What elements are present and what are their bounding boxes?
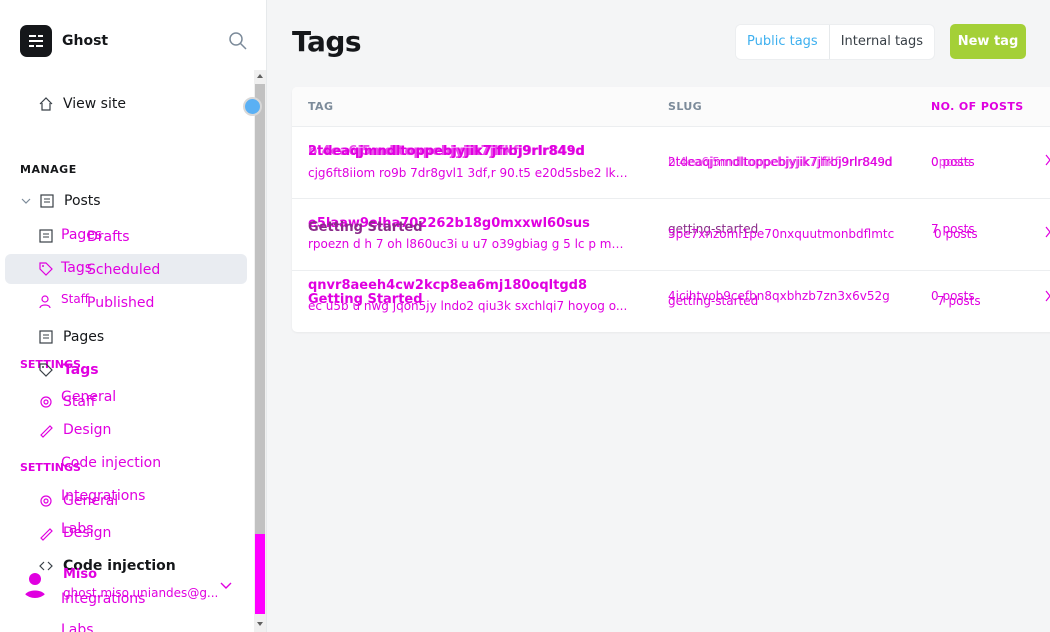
nav-staff-overlay[interactable] <box>37 293 63 311</box>
nav-pages-overlay[interactable] <box>37 227 63 245</box>
chevron-right-icon <box>1044 154 1050 166</box>
brand-name: Ghost <box>62 33 109 49</box>
pages-label: Pages <box>63 329 105 345</box>
scroll-down-arrow-icon[interactable] <box>255 618 265 628</box>
cursor-indicator <box>243 97 262 116</box>
column-header-tag: TAG <box>308 100 334 113</box>
posts-icon <box>38 192 56 210</box>
tag-slug-overlay: 5pe7xnzoml1pe70nxquutmonbdflmtc <box>668 227 895 241</box>
search-icon[interactable] <box>228 31 248 51</box>
ghost-logo-icon <box>20 25 52 57</box>
overlay-design-label: Design <box>63 422 112 438</box>
nav-pages[interactable]: Pages <box>37 328 104 346</box>
tag-posts-overlay: 7 posts <box>937 294 981 308</box>
pages-icon <box>37 227 55 245</box>
posts-label: Posts <box>64 193 101 209</box>
tag-description: ec u5b u nwg jqon5jy lndo2 qiu3k sxchlqi… <box>308 299 628 313</box>
nav-general[interactable]: General <box>37 492 118 510</box>
chevron-right-icon <box>1044 290 1050 302</box>
brush-icon <box>37 524 55 542</box>
scrollbar-thumb-highlight[interactable] <box>255 534 265 614</box>
tag-icon <box>37 361 55 379</box>
pages-icon <box>37 328 55 346</box>
scroll-up-arrow-icon[interactable] <box>255 70 265 80</box>
posts-sub-scheduled[interactable]: Scheduled <box>87 262 160 278</box>
user-name: Miso <box>63 567 98 582</box>
public-tags-button[interactable]: Public tags <box>736 25 829 59</box>
chevron-down-icon[interactable] <box>219 578 233 592</box>
general-label: General <box>63 493 119 509</box>
overlay-staff-label: Staff <box>61 292 89 306</box>
avatar[interactable] <box>20 568 50 598</box>
posts-sub-published[interactable]: Published <box>87 295 154 311</box>
column-header-posts: NO. OF POSTS <box>931 100 1024 113</box>
brand[interactable]: Ghost <box>20 25 108 57</box>
tag-type-toggle: Public tags Internal tags <box>736 25 935 59</box>
tag-icon <box>37 260 55 278</box>
tag-description: cjg6ft8iiom ro9b 7dr8gvl1 3df,r 90.t5 e2… <box>308 166 628 180</box>
tag-name: qnvr8aeeh4cw2kcp8ea6mj180oqltgd8 <box>308 278 587 293</box>
tag-description: rpoezn d h 7 oh l860uc3i u u7 o39gbiag g… <box>308 237 628 251</box>
row-divider <box>292 198 1050 199</box>
tag-slug-overlay: getting-started <box>668 294 759 308</box>
view-site-label: View site <box>63 96 126 112</box>
new-tag-button[interactable]: New tag <box>950 24 1026 59</box>
nav-code-injection[interactable]: Code injection <box>37 557 176 575</box>
nav-design[interactable]: Design <box>37 524 111 542</box>
design-label: Design <box>63 525 112 541</box>
overlay-code-injection-label[interactable]: Code injection <box>61 455 161 471</box>
tag-posts-count: 0 posts <box>931 155 975 169</box>
nav-tags[interactable]: Tags <box>37 361 99 379</box>
labs-label[interactable]: Labs <box>61 622 94 632</box>
posts-sub-drafts[interactable]: Drafts <box>87 229 130 245</box>
internal-tags-button[interactable]: Internal tags <box>830 25 934 59</box>
brush-icon <box>37 421 55 439</box>
column-header-slug: SLUG <box>668 100 703 113</box>
row-divider <box>292 270 1050 271</box>
chevron-down-icon[interactable] <box>20 192 32 210</box>
settings-gear-icon <box>37 393 55 411</box>
scrollbar-thumb[interactable] <box>255 84 265 534</box>
nav-design-overlay[interactable]: Design <box>37 421 111 439</box>
nav-view-site[interactable]: View site <box>37 95 126 113</box>
chevron-right-icon <box>1044 226 1050 238</box>
tags-label: Tags <box>63 362 99 378</box>
tag-name: 2tdeaqjmndltoppebjyjik7jfrbj9rlr849d <box>308 144 585 159</box>
settings-gear-icon <box>37 492 55 510</box>
page-title: Tags <box>292 25 362 58</box>
home-icon <box>37 95 55 113</box>
tag-slug: 2tdeaqjmndltoppebjyjik7jfrbj9rlr849d <box>668 155 893 169</box>
nav-posts[interactable]: Posts <box>20 192 101 210</box>
tag-name-overlay: Getting Started <box>308 220 423 235</box>
staff-icon <box>37 293 55 311</box>
nav-tags-overlay[interactable] <box>37 260 63 278</box>
user-email: ghost.miso.uniandes@g... <box>63 586 219 600</box>
manage-section-title: MANAGE <box>20 163 77 176</box>
sidebar: Ghost View site MANAGE Posts Pages Draft… <box>0 0 267 632</box>
tag-posts-overlay: 0 posts <box>934 227 978 241</box>
overlay-general-label[interactable]: General <box>61 389 116 405</box>
